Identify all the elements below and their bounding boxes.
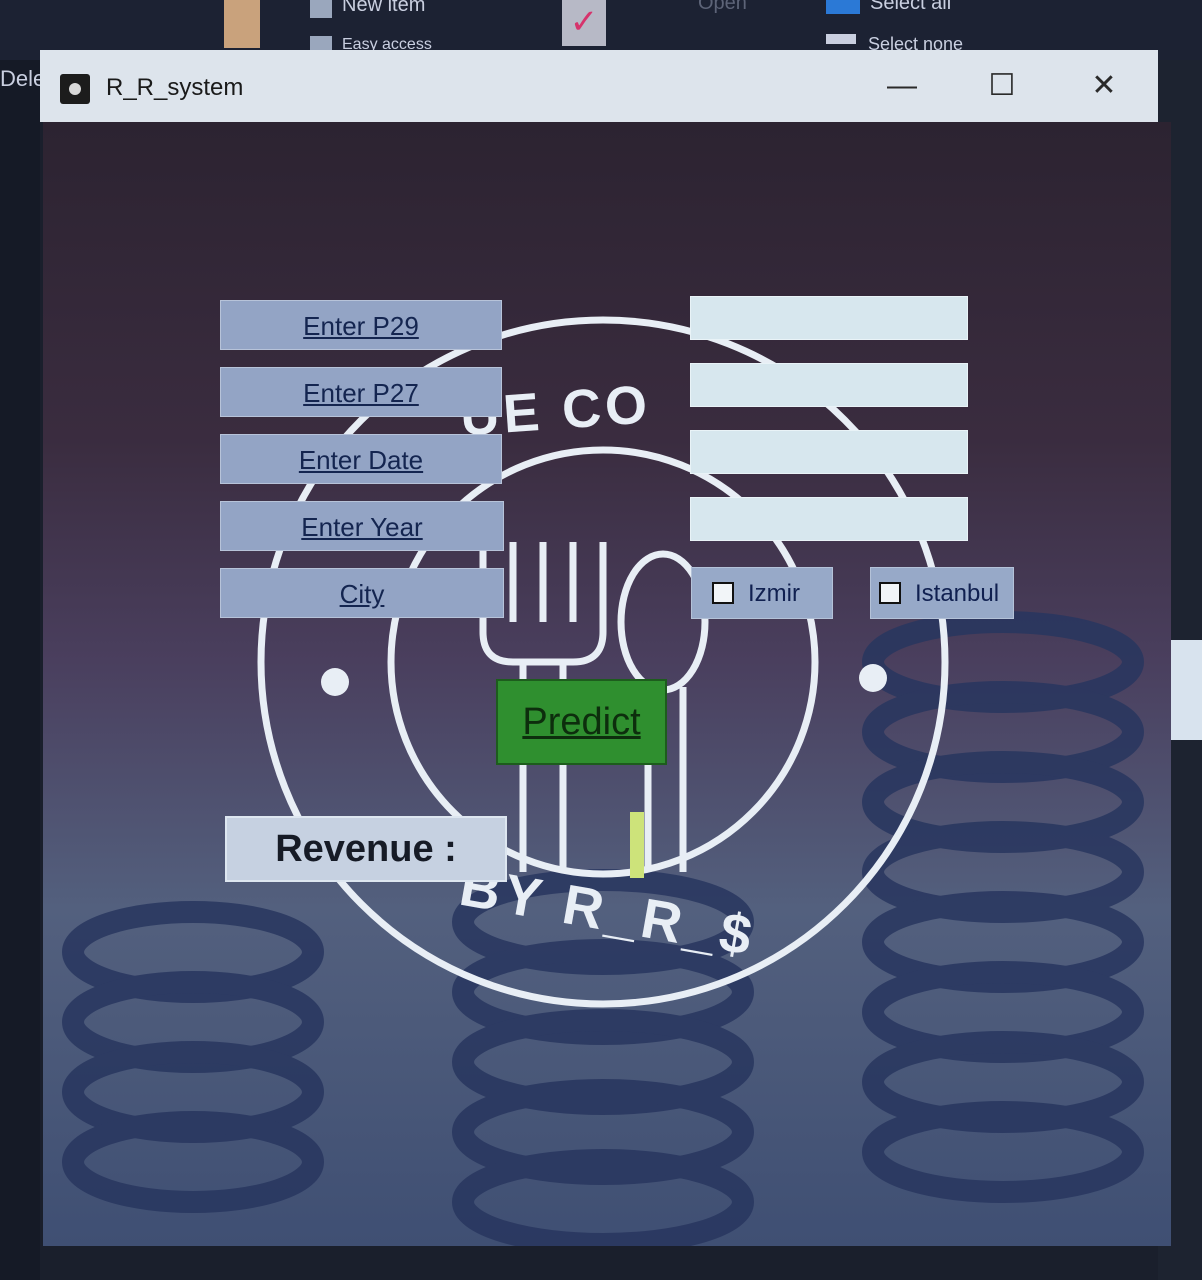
app-window: R_R_system — ☐ ✕ UE CO BY R_R_$ Enter P2… [40, 50, 1171, 1246]
entry-p29[interactable] [690, 296, 968, 340]
label-city[interactable]: City [220, 568, 504, 618]
new-item-icon [310, 0, 332, 18]
close-button[interactable]: ✕ [1076, 64, 1132, 108]
predict-button[interactable]: Predict [496, 679, 667, 765]
entry-date[interactable] [690, 430, 968, 474]
ribbon-select-all[interactable]: Select all [870, 0, 951, 15]
revenue-label: Revenue : [225, 816, 507, 882]
checkbox-square-icon[interactable] [879, 582, 901, 604]
label-year[interactable]: Enter Year [220, 501, 504, 551]
explorer-left-pane [0, 60, 40, 1280]
window-title: R_R_system [106, 74, 244, 101]
select-none-icon [826, 34, 856, 44]
ribbon-new-item[interactable]: New item [342, 0, 425, 17]
minimize-button[interactable]: — [874, 64, 930, 108]
properties-check-icon: ✓ [562, 0, 606, 46]
entry-year[interactable] [690, 497, 968, 541]
explorer-right-panel [1166, 640, 1202, 740]
label-date[interactable]: Enter Date [220, 434, 502, 484]
title-bar[interactable]: R_R_system — ☐ ✕ [40, 50, 1158, 122]
text-cursor-indicator [630, 812, 644, 878]
maximize-button[interactable]: ☐ [974, 64, 1030, 108]
checkbox-square-icon[interactable] [712, 582, 734, 604]
select-all-icon [826, 0, 860, 14]
ribbon-delete[interactable]: Dele [0, 66, 45, 92]
folder-icon [224, 0, 260, 48]
label-p29[interactable]: Enter P29 [220, 300, 502, 350]
ribbon-open[interactable]: Open [698, 0, 747, 15]
form-canvas: UE CO BY R_R_$ Enter P29 Enter P27 Enter… [43, 122, 1171, 1246]
entry-p27[interactable] [690, 363, 968, 407]
checkbox-istanbul[interactable]: Istanbul [870, 567, 1014, 619]
checkbox-izmir[interactable]: Izmir [691, 567, 833, 619]
checkbox-istanbul-label: Istanbul [915, 580, 1000, 607]
label-p27[interactable]: Enter P27 [220, 367, 502, 417]
checkbox-izmir-label: Izmir [748, 580, 800, 607]
app-icon [60, 74, 90, 104]
